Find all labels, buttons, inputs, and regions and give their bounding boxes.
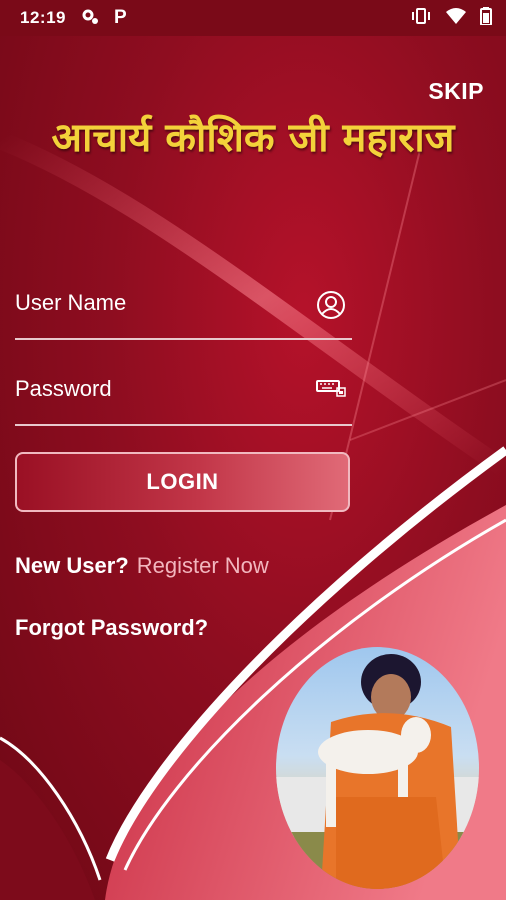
forgot-password-link[interactable]: Forgot Password?	[15, 615, 208, 641]
password-label: Password	[15, 376, 112, 401]
vibrate-icon	[410, 7, 432, 30]
username-field[interactable]: User Name	[15, 290, 352, 340]
new-user-row: New User? Register Now	[15, 553, 269, 579]
status-bar: 12:19 P	[0, 0, 506, 36]
settings-icon	[80, 6, 100, 31]
guru-photo	[276, 647, 479, 889]
parking-icon: P	[113, 7, 127, 28]
app-title: आचार्य कौशिक जी महाराज	[51, 115, 455, 161]
skip-button[interactable]: SKIP	[428, 78, 484, 105]
login-button[interactable]: LOGIN	[15, 452, 350, 512]
wifi-icon	[446, 7, 466, 29]
user-icon	[316, 290, 346, 325]
keyboard-icon	[316, 376, 346, 403]
username-label: User Name	[15, 290, 127, 315]
battery-icon	[480, 6, 492, 30]
password-field[interactable]: Password	[15, 376, 352, 426]
login-screen: 12:19 P SKIP आचार्य कौशिक जी महाराज User…	[0, 0, 506, 900]
register-now-link[interactable]: Register Now	[137, 553, 269, 578]
status-time: 12:19	[20, 8, 66, 27]
new-user-label: New User?	[15, 553, 129, 578]
